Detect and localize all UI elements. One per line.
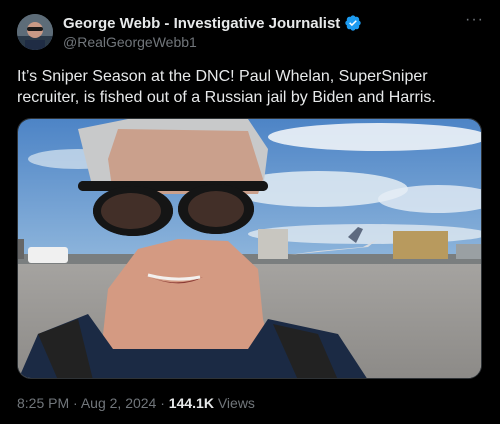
tweet-date[interactable]: Aug 2, 2024 [81, 395, 157, 411]
tweet-meta: 8:25 PM · Aug 2, 2024 · 144.1K Views [17, 395, 255, 411]
video-thumbnail [18, 119, 481, 378]
views-count[interactable]: 144.1K [169, 395, 214, 411]
avatar-image [17, 14, 53, 50]
tweet-text: It’s Sniper Season at the DNC! Paul Whel… [17, 68, 436, 106]
video-media[interactable] [17, 118, 482, 379]
verified-badge-icon [345, 15, 361, 31]
meta-separator: · [73, 395, 78, 411]
author-name[interactable]: George Webb - Investigative Journalist [63, 15, 340, 32]
author-handle[interactable]: @RealGeorgeWebb1 [63, 34, 197, 50]
views-label: Views [217, 395, 255, 411]
meta-separator: · [160, 395, 165, 411]
author-name-row[interactable]: George Webb - Investigative Journalist [63, 14, 362, 32]
tweet-time[interactable]: 8:25 PM [17, 395, 69, 411]
more-options-icon[interactable]: ··· [465, 11, 484, 29]
avatar[interactable] [17, 14, 53, 50]
